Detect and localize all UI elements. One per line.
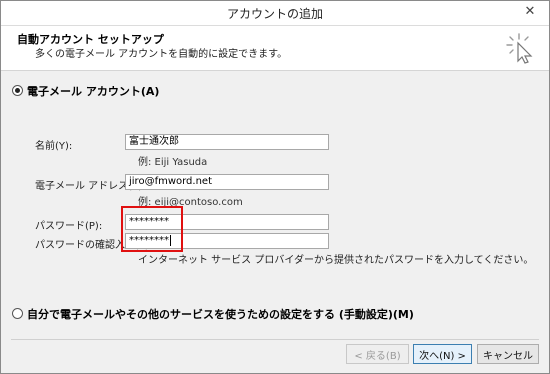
name-example: 例: Eiji Yasuda: [138, 157, 208, 168]
cancel-button[interactable]: キャンセル: [477, 344, 539, 364]
name-field[interactable]: 富士通次郎: [125, 134, 329, 150]
button-separator: [11, 339, 539, 340]
window-title: アカウントの追加: [226, 7, 323, 21]
close-icon: ✕: [524, 3, 536, 19]
name-label: 名前(Y):: [35, 141, 73, 152]
next-button[interactable]: 次へ(N) >: [413, 344, 472, 364]
close-button[interactable]: ✕: [519, 2, 541, 20]
password-label: パスワード(P):: [35, 221, 103, 232]
manual-setup-radio-label[interactable]: 自分で電子メールやその他のサービスを使うための設定をする (手動設定)(M): [27, 306, 414, 322]
back-button[interactable]: < 戻る(B): [346, 344, 409, 364]
wizard-header: 自動アカウント セットアップ 多くの電子メール アカウントを自動的に設定できます…: [1, 26, 549, 71]
header-subtitle: 多くの電子メール アカウントを自動的に設定できます。: [35, 49, 288, 60]
password-highlight-box: [121, 206, 183, 252]
manual-setup-radio[interactable]: [12, 308, 23, 319]
email-field[interactable]: jiro@fmword.net: [125, 174, 329, 190]
email-account-radio[interactable]: [12, 85, 23, 96]
add-account-dialog: アカウントの追加 ✕ 自動アカウント セットアップ 多くの電子メール アカウント…: [0, 0, 550, 374]
title-bar: アカウントの追加 ✕: [1, 1, 549, 26]
email-account-radio-label[interactable]: 電子メール アカウント(A): [27, 83, 159, 99]
password-note: インターネット サービス プロバイダーから提供されたパスワードを入力してください…: [138, 255, 534, 266]
cursor-sparkle-icon: [506, 33, 533, 64]
